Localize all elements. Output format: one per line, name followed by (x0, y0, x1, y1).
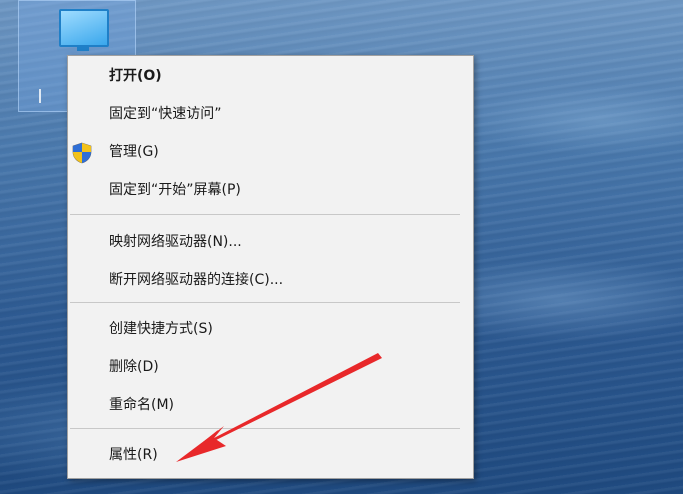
menu-item-label: 打开(O) (109, 68, 162, 84)
menu-item-label: 属性(R) (109, 447, 158, 463)
menu-item-label: 映射网络驱动器(N)... (109, 234, 242, 250)
menu-item-manage[interactable]: 管理(G) (68, 137, 473, 167)
menu-separator (70, 302, 460, 303)
menu-item-label: 创建快捷方式(S) (109, 321, 213, 337)
menu-item-label: 固定到“开始”屏幕(P) (109, 182, 241, 198)
menu-item-map-network-drive[interactable]: 映射网络驱动器(N)... (68, 227, 473, 257)
icon-label (39, 89, 55, 103)
menu-item-open[interactable]: 打开(O) (68, 61, 473, 91)
monitor-icon (59, 9, 109, 47)
menu-separator (70, 428, 460, 429)
menu-item-label: 管理(G) (109, 144, 159, 160)
menu-item-label: 固定到“快速访问” (109, 106, 222, 122)
uac-shield-icon (72, 142, 92, 164)
menu-separator (70, 214, 460, 215)
menu-item-label: 断开网络驱动器的连接(C)... (109, 272, 284, 288)
menu-item-properties[interactable]: 属性(R) (68, 440, 473, 470)
menu-item-pin-start[interactable]: 固定到“开始”屏幕(P) (68, 175, 473, 205)
menu-item-label: 删除(D) (109, 359, 159, 375)
menu-item-delete[interactable]: 删除(D) (68, 352, 473, 382)
menu-item-create-shortcut[interactable]: 创建快捷方式(S) (68, 314, 473, 344)
menu-item-label: 重命名(M) (109, 397, 175, 413)
menu-item-pin-quick-access[interactable]: 固定到“快速访问” (68, 99, 473, 129)
monitor-stand (77, 45, 89, 51)
menu-item-disconnect-network-drive[interactable]: 断开网络驱动器的连接(C)... (68, 265, 473, 295)
menu-item-rename[interactable]: 重命名(M) (68, 390, 473, 420)
context-menu: 打开(O) 固定到“快速访问” 管理(G) 固定到“开始”屏幕(P) 映射网络驱… (67, 55, 474, 479)
